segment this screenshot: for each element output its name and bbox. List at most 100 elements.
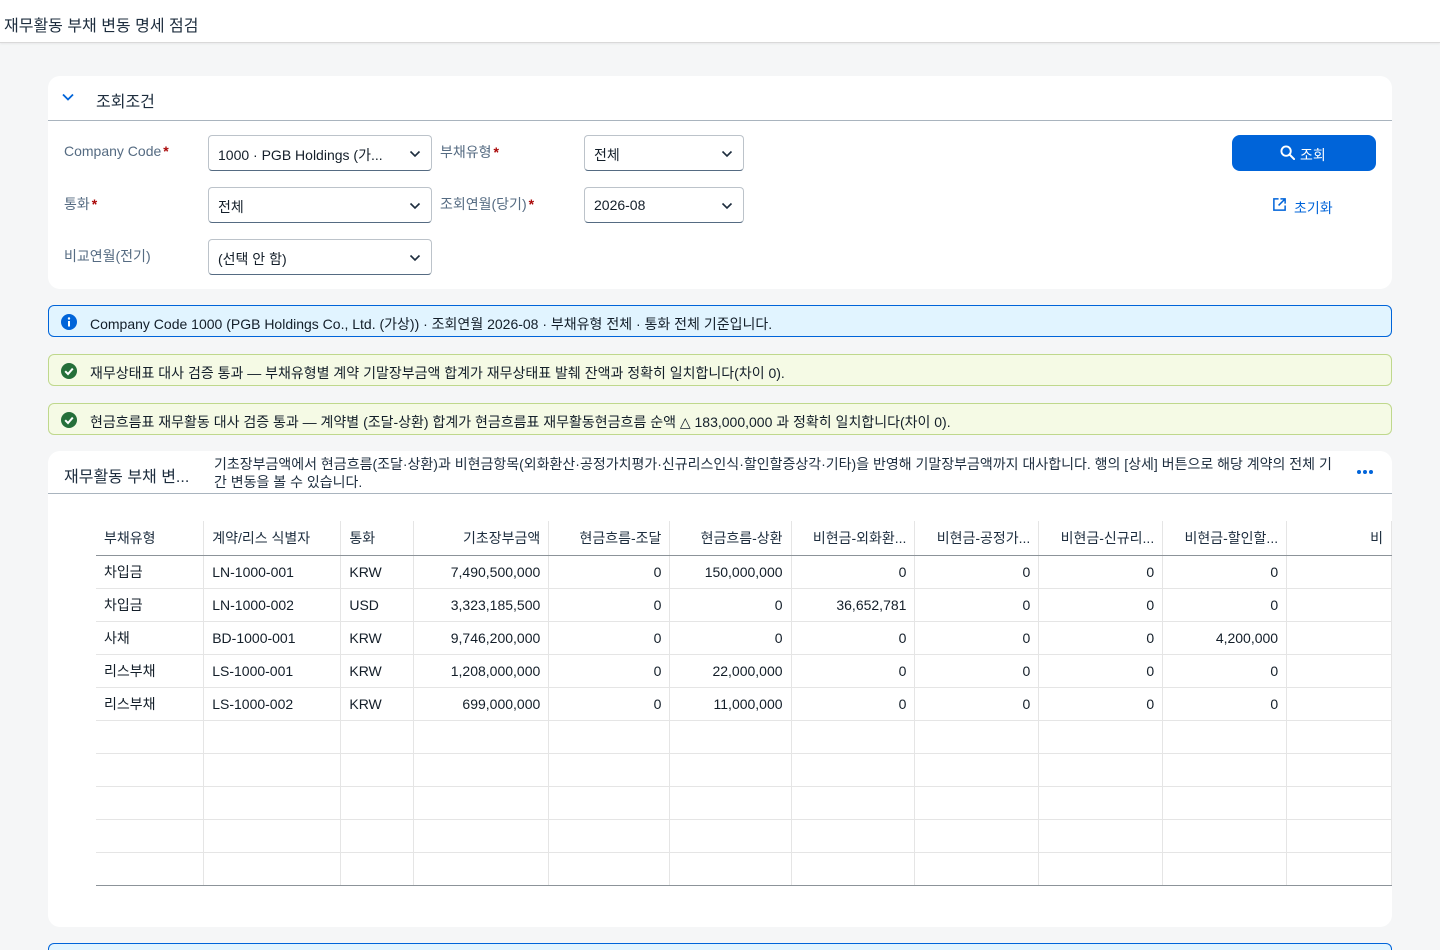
- table-cell: [914, 720, 1040, 754]
- table-cell: 0: [1038, 588, 1164, 622]
- success-icon: [61, 412, 77, 428]
- table-cell: 11,000,000: [669, 687, 792, 721]
- empty-row: [96, 819, 1392, 853]
- compare-period-select[interactable]: (선택 안 함): [208, 239, 432, 275]
- more-icon[interactable]: [1356, 465, 1374, 479]
- table-row[interactable]: 리스부채 LS-1000-002 KRW 699,000,000 0 11,000,000…: [96, 687, 1392, 721]
- table-cell: 리스부채: [96, 687, 205, 721]
- table-cell: 7,490,500,000: [413, 555, 550, 589]
- column-header[interactable]: 계약/리스 식별자: [203, 521, 342, 556]
- table-cell: 3,323,185,500: [413, 588, 550, 622]
- column-header[interactable]: 기초장부금액: [413, 521, 550, 556]
- table-cell: [791, 786, 916, 820]
- success-message-strip-bs: 재무상태표 대사 검증 통과 — 부채유형별 계약 기말장부금액 합계가 재무상…: [48, 354, 1392, 386]
- table-cell: [203, 852, 342, 886]
- table-cell: [96, 720, 205, 754]
- table-cell: [791, 720, 916, 754]
- table-description: 기초장부금액에서 현금흐름(조달·상환)과 비현금항목(외화환산·공정가치평가·…: [214, 456, 1332, 490]
- search-icon: [1280, 145, 1295, 160]
- table-cell: [791, 819, 916, 853]
- table-cell: 699,000,000: [413, 687, 550, 721]
- table-row[interactable]: 사채 BD-1000-001 KRW 9,746,200,000 0 0 0 0 0 4,200,…: [96, 621, 1392, 655]
- liability-type-select[interactable]: 전체: [584, 135, 744, 171]
- period-select[interactable]: 2026-08: [584, 187, 744, 223]
- chevron-down-icon: [721, 202, 733, 210]
- table-cell: 0: [1038, 654, 1164, 688]
- column-header[interactable]: 비현금-공정가...: [914, 521, 1040, 556]
- compare-period-label: 비교연월(전기): [64, 248, 151, 264]
- search-button[interactable]: 조회: [1232, 135, 1376, 171]
- column-header[interactable]: 통화: [340, 521, 415, 556]
- column-header[interactable]: 비: [1286, 521, 1392, 556]
- table-row[interactable]: 차입금 LN-1000-002 USD 3,323,185,500 0 0 36,652,7…: [96, 588, 1392, 622]
- table-cell: 0: [548, 588, 671, 622]
- success-message-text: 현금흐름표 재무활동 대사 검증 통과 — 계약별 (조달-상환) 합계가 현금…: [90, 414, 951, 430]
- table-cell: [340, 753, 415, 787]
- empty-row: [96, 786, 1392, 820]
- chevron-down-icon: [409, 254, 421, 262]
- table-cell: 9,746,200,000: [413, 621, 550, 655]
- column-header[interactable]: 부채유형: [96, 521, 205, 556]
- table-cell: KRW: [340, 621, 415, 655]
- search-button-label: 조회: [1300, 147, 1326, 163]
- table-cell: [413, 786, 550, 820]
- shell-bar: 재무활동 부채 변동 명세 점검: [0, 0, 1440, 43]
- table-cell: 0: [914, 687, 1040, 721]
- currency-label: 통화 *: [64, 196, 98, 212]
- table-cell: [340, 852, 415, 886]
- table-cell: [1038, 720, 1164, 754]
- table-cell: BD-1000-001: [203, 621, 342, 655]
- table-cell: 4,200,000: [1162, 621, 1288, 655]
- column-header[interactable]: 현금흐름-상환: [669, 521, 792, 556]
- table-cell: [548, 720, 671, 754]
- table-row[interactable]: 차입금 LN-1000-001 KRW 7,490,500,000 0 150,000,0…: [96, 555, 1392, 589]
- table-row[interactable]: 리스부채 LS-1000-001 KRW 1,208,000,000 0 22,000,0…: [96, 654, 1392, 688]
- filter-panel-title: 조회조건: [96, 94, 155, 111]
- reset-button[interactable]: 초기화: [1268, 195, 1348, 217]
- chevron-down-icon[interactable]: [61, 90, 75, 104]
- table-cell: LS-1000-001: [203, 654, 342, 688]
- empty-row: [96, 852, 1392, 886]
- company-code-select[interactable]: 1000 · PGB Holdings (가...: [208, 135, 432, 171]
- table-cell: [914, 753, 1040, 787]
- compare-period-value: (선택 안 함): [218, 251, 287, 267]
- column-header[interactable]: 비현금-외화환...: [791, 521, 916, 556]
- filter-panel-header[interactable]: 조회조건: [48, 76, 1392, 121]
- table-cell: 차입금: [96, 555, 205, 589]
- table-cell: [96, 819, 205, 853]
- success-message-strip-cf: 현금흐름표 재무활동 대사 검증 통과 — 계약별 (조달-상환) 합계가 현금…: [48, 403, 1392, 435]
- table-cell: KRW: [340, 555, 415, 589]
- currency-select[interactable]: 전체: [208, 187, 432, 223]
- chevron-down-icon: [721, 150, 733, 158]
- period-value: 2026-08: [594, 197, 646, 213]
- liability-table-panel: 재무활동 부채 변... 기초장부금액에서 현금흐름(조달·상환)과 비현금항목…: [48, 451, 1392, 927]
- column-header[interactable]: 비현금-신규리...: [1038, 521, 1164, 556]
- required-mark: *: [528, 196, 535, 212]
- table-cell: KRW: [340, 687, 415, 721]
- table-cell: 36,652,781: [791, 588, 916, 622]
- company-code-value: 1000 · PGB Holdings (가...: [218, 147, 383, 163]
- table-cell: [1286, 588, 1392, 622]
- info-message-strip: [48, 943, 1392, 950]
- table-cell: 0: [669, 588, 792, 622]
- table-cell: [1286, 720, 1392, 754]
- table-cell: [548, 786, 671, 820]
- column-header[interactable]: 비현금-할인할...: [1162, 521, 1288, 556]
- company-code-label: Company Code *: [64, 143, 169, 159]
- table-cell: [791, 852, 916, 886]
- liability-type-label: 부채유형 *: [440, 144, 499, 160]
- required-mark: *: [91, 196, 98, 212]
- table-cell: [1286, 654, 1392, 688]
- table-cell: 리스부채: [96, 654, 205, 688]
- table-cell: 0: [1162, 588, 1288, 622]
- table-cell: [413, 753, 550, 787]
- table-cell: 0: [548, 654, 671, 688]
- column-header[interactable]: 현금흐름-조달: [548, 521, 671, 556]
- table-cell: 0: [791, 621, 916, 655]
- period-label: 조회연월(당기) *: [440, 196, 535, 212]
- table-cell: [203, 819, 342, 853]
- table-cell: [203, 720, 342, 754]
- table-cell: [791, 753, 916, 787]
- table-cell: [413, 819, 550, 853]
- table-cell: 0: [914, 621, 1040, 655]
